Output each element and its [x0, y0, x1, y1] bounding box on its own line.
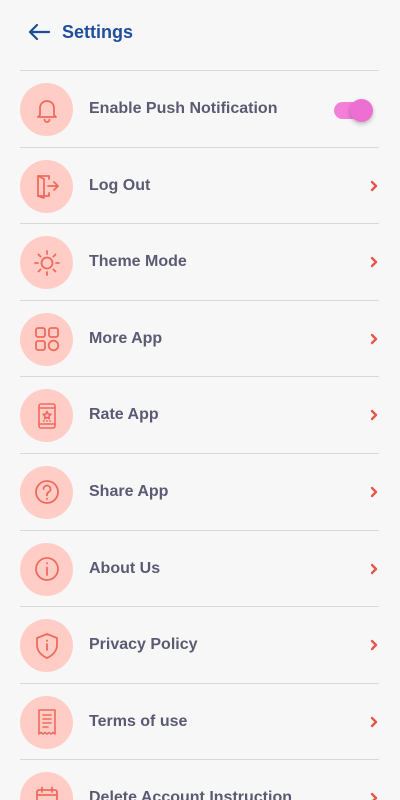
- chevron-right-icon: [370, 180, 378, 191]
- app-header: Settings: [0, 0, 400, 64]
- chevron-right-icon: [370, 256, 378, 268]
- push-notification-toggle[interactable]: [334, 99, 374, 123]
- setting-about-us[interactable]: About Us: [0, 531, 400, 607]
- setting-terms-of-use[interactable]: Terms of use: [0, 684, 400, 760]
- setting-rate-app[interactable]: Rate App: [0, 377, 400, 453]
- calendar-icon: [20, 772, 73, 800]
- setting-label: About Us: [89, 559, 161, 577]
- settings-screen: Settings Enable Push Notification Log Ou…: [0, 0, 400, 800]
- setting-more-app[interactable]: More App: [0, 301, 400, 377]
- setting-label: Privacy Policy: [89, 636, 198, 654]
- chevron-right-icon: [370, 793, 378, 800]
- back-button[interactable]: [26, 20, 52, 44]
- chevron-right-icon: [370, 333, 378, 344]
- chevron-right-icon: [370, 639, 378, 651]
- sun-icon: [20, 236, 73, 290]
- setting-label: Share App: [89, 482, 169, 500]
- setting-label: Terms of use: [89, 712, 188, 730]
- apps-grid-icon: [20, 312, 73, 366]
- info-circle-icon: [20, 542, 73, 596]
- logout-icon: [20, 159, 73, 213]
- chevron-right-icon: [370, 716, 378, 727]
- bell-icon: [20, 83, 73, 136]
- setting-label: More App: [89, 329, 163, 347]
- setting-delete-account-instruction[interactable]: Delete Account Instruction: [0, 760, 400, 800]
- toggle-knob: [350, 99, 373, 122]
- arrow-left-icon: [28, 23, 51, 41]
- chevron-right-icon: [370, 410, 378, 421]
- page-title: Settings: [62, 22, 134, 42]
- setting-log-out[interactable]: Log Out: [0, 148, 400, 224]
- setting-label: Delete Account Instruction: [89, 789, 292, 800]
- settings-list: Enable Push Notification Log Out Theme M…: [0, 70, 400, 800]
- setting-privacy-policy[interactable]: Privacy Policy: [0, 607, 400, 683]
- setting-label: Rate App: [89, 406, 159, 424]
- setting-label: Enable Push Notification: [89, 100, 278, 117]
- chevron-right-icon: [370, 563, 378, 574]
- setting-theme-mode[interactable]: Theme Mode: [0, 224, 400, 300]
- shield-icon: [20, 619, 73, 673]
- setting-push-notification[interactable]: Enable Push Notification: [0, 71, 400, 147]
- setting-label: Log Out: [89, 176, 151, 194]
- setting-label: Theme Mode: [89, 253, 187, 271]
- question-circle-icon: [20, 465, 73, 519]
- document-icon: [20, 695, 73, 749]
- rate-phone-icon: [20, 389, 73, 443]
- setting-share-app[interactable]: Share App: [0, 454, 400, 530]
- chevron-right-icon: [370, 486, 378, 498]
